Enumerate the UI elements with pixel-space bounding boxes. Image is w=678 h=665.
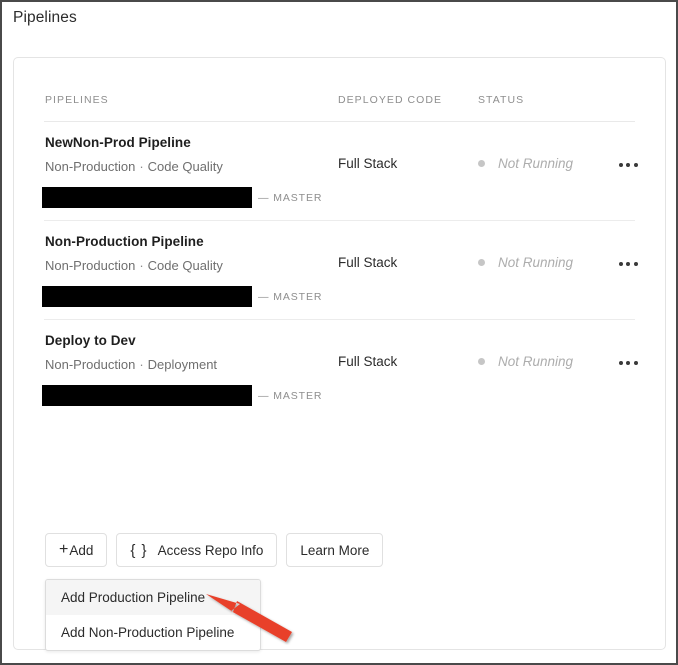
column-header-status: STATUS — [478, 94, 525, 106]
card-actions: + Add { } Access Repo Info Learn More — [45, 533, 384, 567]
repository-line: — MASTER — [42, 385, 322, 406]
status-dot-icon — [478, 160, 485, 167]
pipeline-environment: Non-Production — [45, 258, 136, 273]
menu-item-add-production-pipeline[interactable]: Add Production Pipeline — [46, 580, 260, 615]
branch-label: — MASTER — [258, 290, 323, 303]
table-row[interactable]: Deploy to Dev Non-Production · Deployment … — [14, 320, 665, 419]
braces-icon: { } — [130, 541, 148, 559]
redacted-repository-name — [42, 385, 252, 406]
pipeline-meta: Non-Production · Deployment — [45, 357, 217, 372]
menu-item-label: Add Non-Production Pipeline — [61, 625, 235, 640]
status-label: Not Running — [498, 156, 574, 171]
pipeline-name: Non-Production Pipeline — [45, 234, 204, 249]
add-pipeline-dropdown-menu: Add Production Pipeline Add Non-Producti… — [45, 579, 261, 651]
row-actions-ellipsis-icon[interactable] — [614, 255, 642, 273]
add-button-label: Add — [69, 542, 94, 558]
column-header-pipelines: PIPELINES — [45, 94, 109, 106]
learn-more-label: Learn More — [300, 542, 370, 558]
redacted-repository-name — [42, 187, 252, 208]
pipeline-type: Deployment — [147, 357, 218, 372]
access-repo-info-button[interactable]: { } Access Repo Info — [116, 533, 278, 567]
pipelines-card: PIPELINES DEPLOYED CODE STATUS NewNon-Pr… — [13, 57, 666, 650]
row-actions-ellipsis-icon[interactable] — [614, 156, 642, 174]
add-button[interactable]: + Add — [45, 533, 108, 567]
column-header-deployed-code: DEPLOYED CODE — [338, 94, 443, 106]
status-badge: Not Running — [478, 354, 573, 369]
table-row[interactable]: Non-Production Pipeline Non-Production · C… — [14, 221, 665, 320]
table-row[interactable]: NewNon-Prod Pipeline Non-Production · Code… — [14, 122, 665, 221]
pipeline-type: Code Quality — [147, 159, 223, 174]
deployed-code-value: Full Stack — [338, 354, 398, 369]
pipeline-meta: Non-Production · Code Quality — [45, 258, 223, 273]
meta-separator: · — [139, 357, 144, 372]
pipeline-name: NewNon-Prod Pipeline — [45, 135, 191, 150]
redacted-repository-name — [42, 286, 252, 307]
meta-separator: · — [139, 258, 144, 273]
repository-line: — MASTER — [42, 286, 322, 307]
pipeline-type: Code Quality — [147, 258, 223, 273]
status-dot-icon — [478, 259, 485, 266]
status-badge: Not Running — [478, 255, 573, 270]
branch-label: — MASTER — [258, 389, 323, 402]
status-dot-icon — [478, 358, 485, 365]
menu-item-add-non-production-pipeline[interactable]: Add Non-Production Pipeline — [46, 615, 260, 650]
status-badge: Not Running — [478, 156, 573, 171]
repository-line: — MASTER — [42, 187, 322, 208]
menu-item-label: Add Production Pipeline — [61, 590, 206, 605]
deployed-code-value: Full Stack — [338, 156, 398, 171]
status-label: Not Running — [498, 354, 574, 369]
branch-label: — MASTER — [258, 191, 323, 204]
row-actions-ellipsis-icon[interactable] — [614, 354, 642, 372]
table-header-row: PIPELINES DEPLOYED CODE STATUS — [14, 94, 665, 118]
pipeline-name: Deploy to Dev — [45, 333, 136, 348]
meta-separator: · — [139, 159, 144, 174]
status-label: Not Running — [498, 255, 574, 270]
learn-more-button[interactable]: Learn More — [286, 533, 384, 567]
app-window: Pipelines PIPELINES DEPLOYED CODE STATUS… — [0, 0, 678, 665]
pipeline-environment: Non-Production — [45, 357, 136, 372]
access-repo-info-label: Access Repo Info — [157, 542, 264, 558]
pipeline-meta: Non-Production · Code Quality — [45, 159, 223, 174]
deployed-code-value: Full Stack — [338, 255, 398, 270]
plus-icon: + — [59, 541, 69, 558]
page-title: Pipelines — [13, 9, 77, 26]
pipeline-environment: Non-Production — [45, 159, 136, 174]
